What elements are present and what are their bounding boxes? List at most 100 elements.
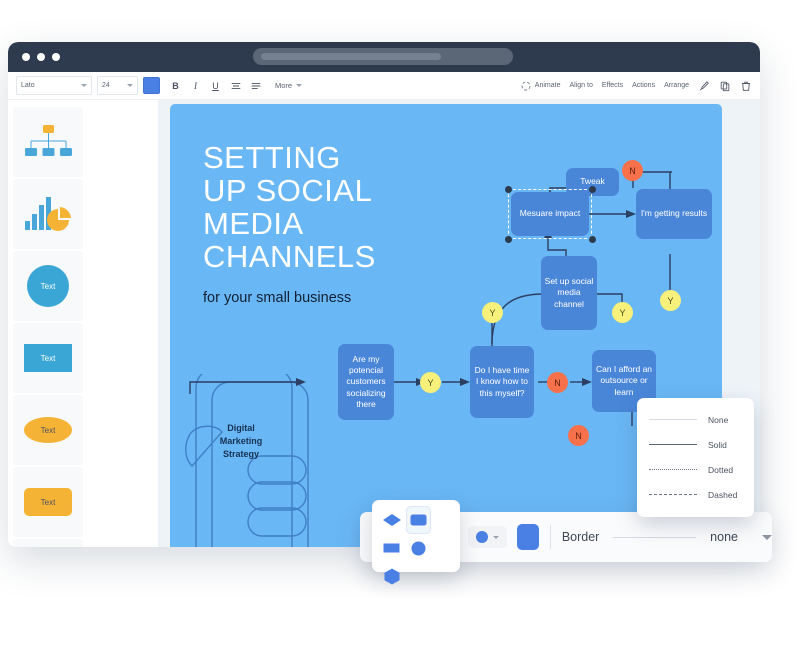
bar-pie-chart-template[interactable] [13, 179, 83, 249]
filled-roundrect-shape[interactable]: Text [13, 467, 83, 537]
resize-handle-br[interactable] [589, 236, 596, 243]
diamond-shape-option[interactable] [379, 506, 404, 534]
flow-node-getting-results[interactable]: I'm getting results [636, 189, 712, 239]
border-value[interactable]: none [710, 530, 738, 544]
copy-icon[interactable] [719, 80, 731, 92]
italic-button[interactable]: I [187, 77, 204, 94]
filled-rectangle-shape-label: Text [41, 354, 56, 363]
close-dot[interactable] [22, 53, 30, 61]
circle-shape-option[interactable] [406, 534, 431, 562]
flow-badge-y-mid[interactable]: Y [612, 302, 633, 323]
flow-node-do-i-have-time[interactable]: Do I have time I know how to this myself… [470, 346, 534, 418]
align-left-icon[interactable] [227, 77, 244, 94]
flow-badge-n-top[interactable]: N [622, 160, 643, 181]
filled-circle-shape[interactable]: Text [13, 251, 83, 321]
fill-color-swatch[interactable] [517, 524, 539, 550]
chevron-down-icon [81, 84, 87, 87]
more-menu[interactable]: More [275, 81, 303, 90]
arrange-button[interactable]: Arrange [664, 82, 689, 89]
flow-node-setup-channel[interactable]: Set up social media channel [541, 256, 597, 330]
flow-node-outsource-label: Can I afford an outsource or learn [595, 364, 653, 397]
maximize-dot[interactable] [52, 53, 60, 61]
border-option-solid-label: Solid [708, 439, 727, 450]
filled-circle-shape-label: Text [41, 282, 56, 291]
font-family-value: Lato [21, 82, 35, 89]
border-option-dotted-label: Dotted [708, 464, 734, 475]
roundrect-icon: Text [24, 488, 72, 516]
filled-diamond-shape[interactable]: Text [13, 539, 83, 547]
flow-node-setup-channel-label: Set up social media channel [544, 276, 594, 309]
flow-badge-y-left[interactable]: Y [482, 302, 503, 323]
circle-icon [411, 541, 426, 555]
resize-handle-tl[interactable] [505, 186, 512, 193]
chevron-down-icon [493, 535, 499, 539]
border-preview-dotted [649, 469, 697, 470]
align-to-button[interactable]: Align to [569, 82, 592, 89]
border-option-none[interactable]: None [637, 407, 754, 432]
resize-handle-tr[interactable] [589, 186, 596, 193]
border-line-preview [613, 536, 697, 538]
flow-badge-n-bottom-label: N [575, 430, 582, 441]
filled-ellipse-shape-label: Text [41, 426, 56, 435]
font-size-select[interactable]: 24 [97, 76, 138, 95]
ellipse-icon: Text [24, 417, 72, 443]
actions-button[interactable]: Actions [632, 82, 655, 89]
border-option-dashed[interactable]: Dashed [637, 482, 754, 507]
border-preview-none [649, 419, 697, 420]
shape-picker-popup [372, 500, 460, 584]
bar-pie-chart-icon [25, 197, 71, 231]
org-chart-template[interactable] [13, 107, 83, 177]
bold-button[interactable]: B [167, 77, 184, 94]
shapes-sidebar: Text Text Text Text [8, 100, 158, 547]
animate-button[interactable]: Animate [520, 80, 561, 92]
animate-label: Animate [534, 82, 561, 89]
rectangle-icon: Text [24, 344, 72, 372]
org-chart-icon [25, 125, 72, 156]
toolbar-left-group: Lato 24 B I U More [16, 76, 303, 95]
rectangle-shape-option[interactable] [379, 534, 404, 562]
border-style-menu: None Solid Dotted Dashed [637, 398, 754, 517]
roundrect-shape-option[interactable] [406, 506, 431, 534]
window-titlebar [8, 42, 760, 72]
flow-badge-n-bottom[interactable]: N [568, 425, 589, 446]
rectangle-icon [383, 543, 400, 553]
flow-badge-n-time[interactable]: N [547, 372, 568, 393]
fill-color-dropdown[interactable] [468, 526, 507, 548]
filled-rectangle-shape[interactable]: Text [13, 323, 83, 393]
flow-badge-y-results-label: Y [667, 295, 674, 306]
border-label: Border [561, 530, 600, 544]
border-option-solid[interactable]: Solid [637, 432, 754, 457]
paint-brush-icon[interactable] [698, 80, 710, 92]
border-option-dotted[interactable]: Dotted [637, 457, 754, 482]
flow-node-potential-customers[interactable]: Are my potencial customers socializing t… [338, 344, 394, 420]
trash-icon[interactable] [740, 80, 752, 92]
resize-handle-bl[interactable] [505, 236, 512, 243]
chevron-down-icon [127, 84, 133, 87]
address-bar[interactable] [253, 48, 513, 65]
toolbar-right-group: Animate Align to Effects Actions Arrange [520, 72, 752, 99]
divider [549, 525, 551, 549]
font-family-select[interactable]: Lato [16, 76, 92, 95]
text-color-swatch[interactable] [143, 77, 160, 94]
filled-roundrect-shape-label: Text [41, 498, 56, 507]
hexagon-shape-option[interactable] [379, 562, 404, 590]
border-option-dashed-label: Dashed [708, 489, 738, 500]
flow-badge-n-time-label: N [554, 377, 561, 388]
roundrect-icon [410, 514, 427, 526]
flow-badge-y-results[interactable]: Y [660, 290, 681, 311]
border-preview-solid [649, 444, 697, 445]
flow-badge-y-customers[interactable]: Y [420, 372, 441, 393]
circle-icon: Text [27, 265, 69, 307]
filled-ellipse-shape[interactable]: Text [13, 395, 83, 465]
chevron-down-icon[interactable] [761, 534, 772, 540]
selection-box [508, 189, 592, 239]
list-icon[interactable] [247, 77, 264, 94]
address-bar-text [261, 53, 441, 60]
effects-button[interactable]: Effects [602, 82, 623, 89]
flow-node-potential-customers-label: Are my potencial customers socializing t… [346, 353, 386, 409]
color-circle-icon [476, 531, 488, 543]
underline-button[interactable]: U [207, 77, 224, 94]
window-controls [22, 53, 60, 61]
font-size-value: 24 [102, 82, 110, 89]
minimize-dot[interactable] [37, 53, 45, 61]
